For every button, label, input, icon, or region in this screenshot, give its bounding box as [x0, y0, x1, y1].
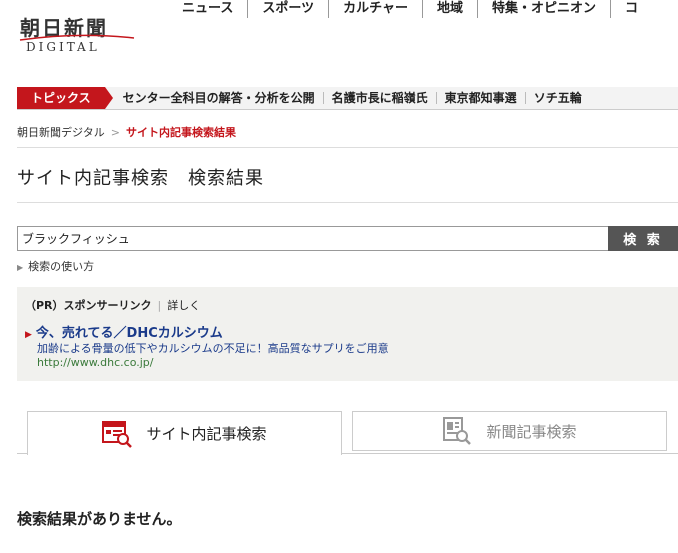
nav-item-news[interactable]: ニュース	[168, 0, 249, 18]
breadcrumb: 朝日新聞デジタル > サイト内記事検索結果	[17, 124, 236, 140]
search-button[interactable]: 検 索	[608, 226, 678, 251]
arrow-right-icon: ▶	[17, 263, 24, 272]
ad-url-link[interactable]: http://www.dhc.co.jp/	[37, 356, 154, 369]
search-howto-label: 検索の使い方	[28, 260, 95, 273]
divider	[17, 202, 678, 203]
page-title: サイト内記事検索 検索結果	[17, 168, 264, 189]
nav-item-features-opinion[interactable]: 特集・オピニオン	[478, 0, 612, 18]
topic-item[interactable]: 名護市長に稲嶺氏	[324, 92, 437, 104]
asahi-digital-logo[interactable]: 朝日新聞 DIGITAL	[18, 12, 138, 62]
ad-title-link[interactable]: ▶ 今、売れてる／DHCカルシウム	[25, 322, 223, 341]
sponsored-ad: （PR）スポンサーリンク | 詳しく ▶ 今、売れてる／DHCカルシウム 加齢による骨…	[17, 287, 678, 381]
topic-item[interactable]: センター全科目の解答・分析を公開	[115, 92, 324, 104]
topics-label: トピックス	[17, 87, 113, 109]
ad-header: （PR）スポンサーリンク | 詳しく	[25, 297, 200, 313]
newspaper-search-icon	[443, 417, 472, 445]
ad-description: 加齢による骨量の低下やカルシウムの不足に！高品質なサプリをご用意	[37, 342, 389, 355]
breadcrumb-separator-icon: >	[110, 126, 120, 139]
logo-subtitle: DIGITAL	[26, 40, 100, 54]
arrow-right-icon: ▶	[25, 330, 32, 340]
tab-newspaper-search-label: 新聞記事検索	[486, 422, 577, 441]
nav-item-culture[interactable]: カルチャー	[329, 0, 423, 18]
topics-bar: トピックス センター全科目の解答・分析を公開 名護市長に稲嶺氏 東京都知事選 ソ…	[17, 87, 678, 110]
tab-newspaper-search[interactable]: 新聞記事検索	[352, 411, 667, 451]
site-search-icon	[102, 420, 133, 448]
search-input[interactable]	[17, 226, 613, 251]
topic-item[interactable]: 東京都知事選	[437, 92, 526, 104]
ad-separator: |	[157, 299, 162, 312]
search-howto-link[interactable]: ▶ 検索の使い方	[17, 258, 94, 274]
nav-item-more[interactable]: コ	[611, 0, 652, 18]
ad-pr-label: （PR）スポンサーリンク	[25, 299, 152, 312]
topic-item[interactable]: ソチ五輪	[526, 92, 590, 104]
ad-title: 今、売れてる／DHCカルシウム	[35, 326, 223, 341]
nav-item-region[interactable]: 地域	[423, 0, 478, 18]
breadcrumb-current: サイト内記事検索結果	[126, 126, 236, 139]
tab-site-search[interactable]: サイト内記事検索	[27, 411, 342, 455]
nav-item-sports[interactable]: スポーツ	[248, 0, 330, 18]
tab-site-search-label: サイト内記事検索	[146, 425, 267, 443]
global-nav: ニュース スポーツ カルチャー 地域 特集・オピニオン コ	[168, 0, 652, 18]
no-results-message: 検索結果がありません。	[17, 510, 182, 528]
divider	[17, 147, 678, 148]
ad-detail-link[interactable]: 詳しく	[167, 299, 200, 312]
breadcrumb-home-link[interactable]: 朝日新聞デジタル	[17, 126, 105, 139]
